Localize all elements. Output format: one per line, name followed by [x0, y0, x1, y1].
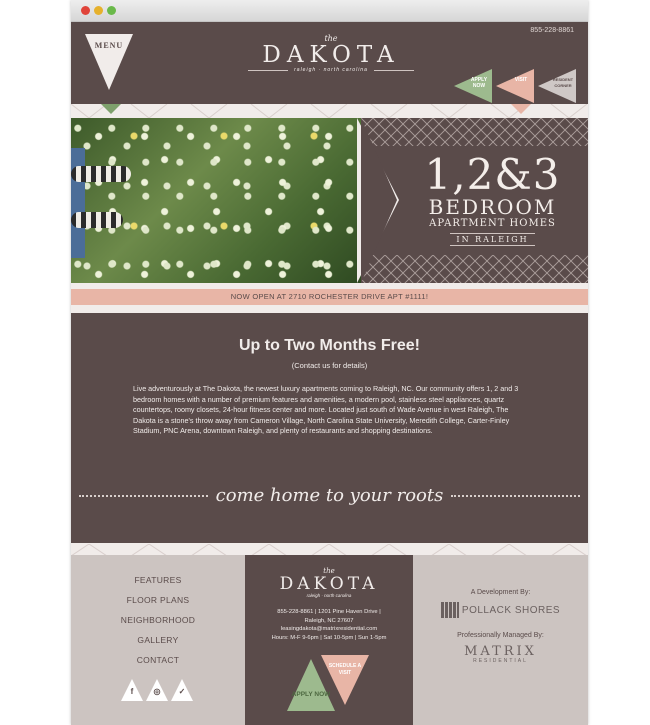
footer-link-floor-plans[interactable]: FLOOR PLANS	[71, 595, 245, 605]
dotted-rule-left	[79, 494, 208, 497]
apply-now-flag[interactable]: APPLY NOW	[454, 69, 492, 103]
tagline: come home to your roots	[215, 485, 444, 506]
announcement-bar: NOW OPEN AT 2710 ROCHESTER DRIVE APT #11…	[71, 289, 588, 305]
footer-logo-subtitle: raleigh · north carolina	[306, 593, 352, 598]
hero-headline: 1,2&3 BEDROOM APARTMENT HOMES IN RALEIGH	[401, 154, 584, 247]
apply-flag-label: APPLY NOW	[470, 77, 488, 89]
footer-visit-label[interactable]: SCHEDULE A VISIT	[325, 663, 365, 677]
footer-link-features[interactable]: FEATURES	[71, 575, 245, 585]
maximize-window-button[interactable]	[107, 6, 116, 15]
footer-apply-label[interactable]: APPLY NOW	[291, 691, 331, 698]
twitter-icon: ✓	[178, 687, 186, 696]
footer-link-gallery[interactable]: GALLERY	[71, 635, 245, 645]
close-window-button[interactable]	[81, 6, 90, 15]
community-description: Live adventurously at The Dakota, the ne…	[133, 384, 519, 435]
visit-flag-label: VISIT	[514, 77, 528, 83]
site-footer: FEATURES FLOOR PLANS NEIGHBORHOOD GALLER…	[71, 555, 588, 725]
striped-sock-upper	[71, 166, 131, 182]
footer-partners: A Development By: POLLACK SHORES Profess…	[413, 555, 588, 725]
window-titlebar	[71, 0, 588, 22]
footer-phone-address[interactable]: 855-228-8861 | 1201 Pine Haven Drive |	[245, 608, 413, 617]
facebook-icon: f	[130, 687, 134, 696]
striped-sock-lower	[71, 212, 123, 228]
triangle-divider-top	[71, 104, 588, 118]
hero-location-label: IN RALEIGH	[450, 233, 535, 246]
resident-corner-flag[interactable]: RESIDENT CORNER	[538, 69, 576, 103]
visit-flag-shape	[496, 69, 534, 103]
logo-rule-left	[248, 69, 289, 71]
promo-heading: Up to Two Months Free!	[238, 337, 420, 354]
matrix-subtitle: RESIDENTIAL	[473, 658, 528, 664]
pollack-shores-icon	[440, 602, 459, 618]
site-logo[interactable]: the DAKOTA raleigh · north carolina	[231, 34, 431, 73]
main-content: Up to Two Months Free! (Contact us for d…	[71, 313, 588, 543]
footer-contact-info: 855-228-8861 | 1201 Pine Haven Drive | R…	[245, 608, 413, 642]
logo-subtitle-text: raleigh · north carolina	[294, 67, 368, 73]
hero-legs-image	[71, 148, 141, 258]
hero-bedroom-label: BEDROOM	[428, 195, 557, 219]
resident-flag-label: RESIDENT CORNER	[552, 77, 574, 88]
triangle-divider-bottom	[71, 543, 588, 555]
manager-label: Professionally Managed By:	[457, 632, 544, 639]
visit-flag[interactable]: VISIT	[496, 69, 534, 103]
browser-window: 855-228-8861 MENU the DAKOTA raleigh · n…	[71, 0, 588, 725]
dotted-rule-right	[451, 494, 581, 497]
instagram-icon: ◎	[153, 687, 161, 696]
hero-photo	[71, 118, 361, 283]
pollack-shores-name: POLLACK SHORES	[461, 604, 561, 616]
footer-link-neighborhood[interactable]: NEIGHBORHOOD	[71, 615, 245, 625]
developer-label: A Development By:	[470, 589, 531, 596]
tagline-row: come home to your roots	[79, 485, 581, 506]
triangle-pattern-bottom	[71, 543, 587, 555]
promo-contact-note: (Contact us for details)	[291, 361, 368, 370]
header-phone[interactable]: 855-228-8861	[530, 27, 574, 34]
site-header: 855-228-8861 MENU the DAKOTA raleigh · n…	[71, 22, 588, 104]
social-links: f ◎ ✓	[121, 679, 193, 701]
logo-name: DAKOTA	[262, 42, 400, 68]
hero-notch	[361, 118, 397, 283]
logo-rule-right	[373, 69, 414, 71]
jeans	[71, 148, 85, 258]
footer-email[interactable]: leasingdakota@matrixresidential.com	[245, 625, 413, 634]
footer-nav: FEATURES FLOOR PLANS NEIGHBORHOOD GALLER…	[71, 555, 245, 725]
hero-apartment-label: APARTMENT HOMES	[429, 218, 556, 229]
footer-link-contact[interactable]: CONTACT	[71, 655, 245, 665]
matrix-logo[interactable]: MATRIX	[413, 645, 588, 658]
footer-logo-name[interactable]: DAKOTA	[245, 575, 413, 593]
menu-label[interactable]: MENU	[85, 41, 133, 50]
twitter-link[interactable]: ✓	[171, 679, 193, 701]
footer-contact: the DAKOTA raleigh · north carolina 855-…	[245, 555, 413, 725]
footer-hours: Hours: M-F 9-6pm | Sat 10-5pm | Sun 1-5p…	[271, 634, 387, 641]
hero-text-panel: 1,2&3 BEDROOM APARTMENT HOMES IN RALEIGH	[357, 118, 588, 283]
facebook-link[interactable]: f	[121, 679, 143, 701]
hero-bedroom-count: 1,2&3	[424, 150, 561, 199]
triangle-pattern-top	[71, 104, 588, 118]
header-flags: APPLY NOW VISIT RESIDENT CORNER	[454, 69, 576, 103]
minimize-window-button[interactable]	[94, 6, 103, 15]
footer-city: Raleigh, NC 27607	[304, 617, 354, 624]
logo-subtitle: raleigh · north carolina	[231, 67, 431, 73]
footer-cta-flags: APPLY NOW SCHEDULE A VISIT	[287, 655, 371, 715]
instagram-link[interactable]: ◎	[146, 679, 168, 701]
announcement-strip: NOW OPEN AT 2710 ROCHESTER DRIVE APT #11…	[71, 283, 588, 313]
hero-banner: 1,2&3 BEDROOM APARTMENT HOMES IN RALEIGH	[71, 118, 588, 283]
pollack-shores-logo[interactable]: POLLACK SHORES	[413, 602, 588, 618]
